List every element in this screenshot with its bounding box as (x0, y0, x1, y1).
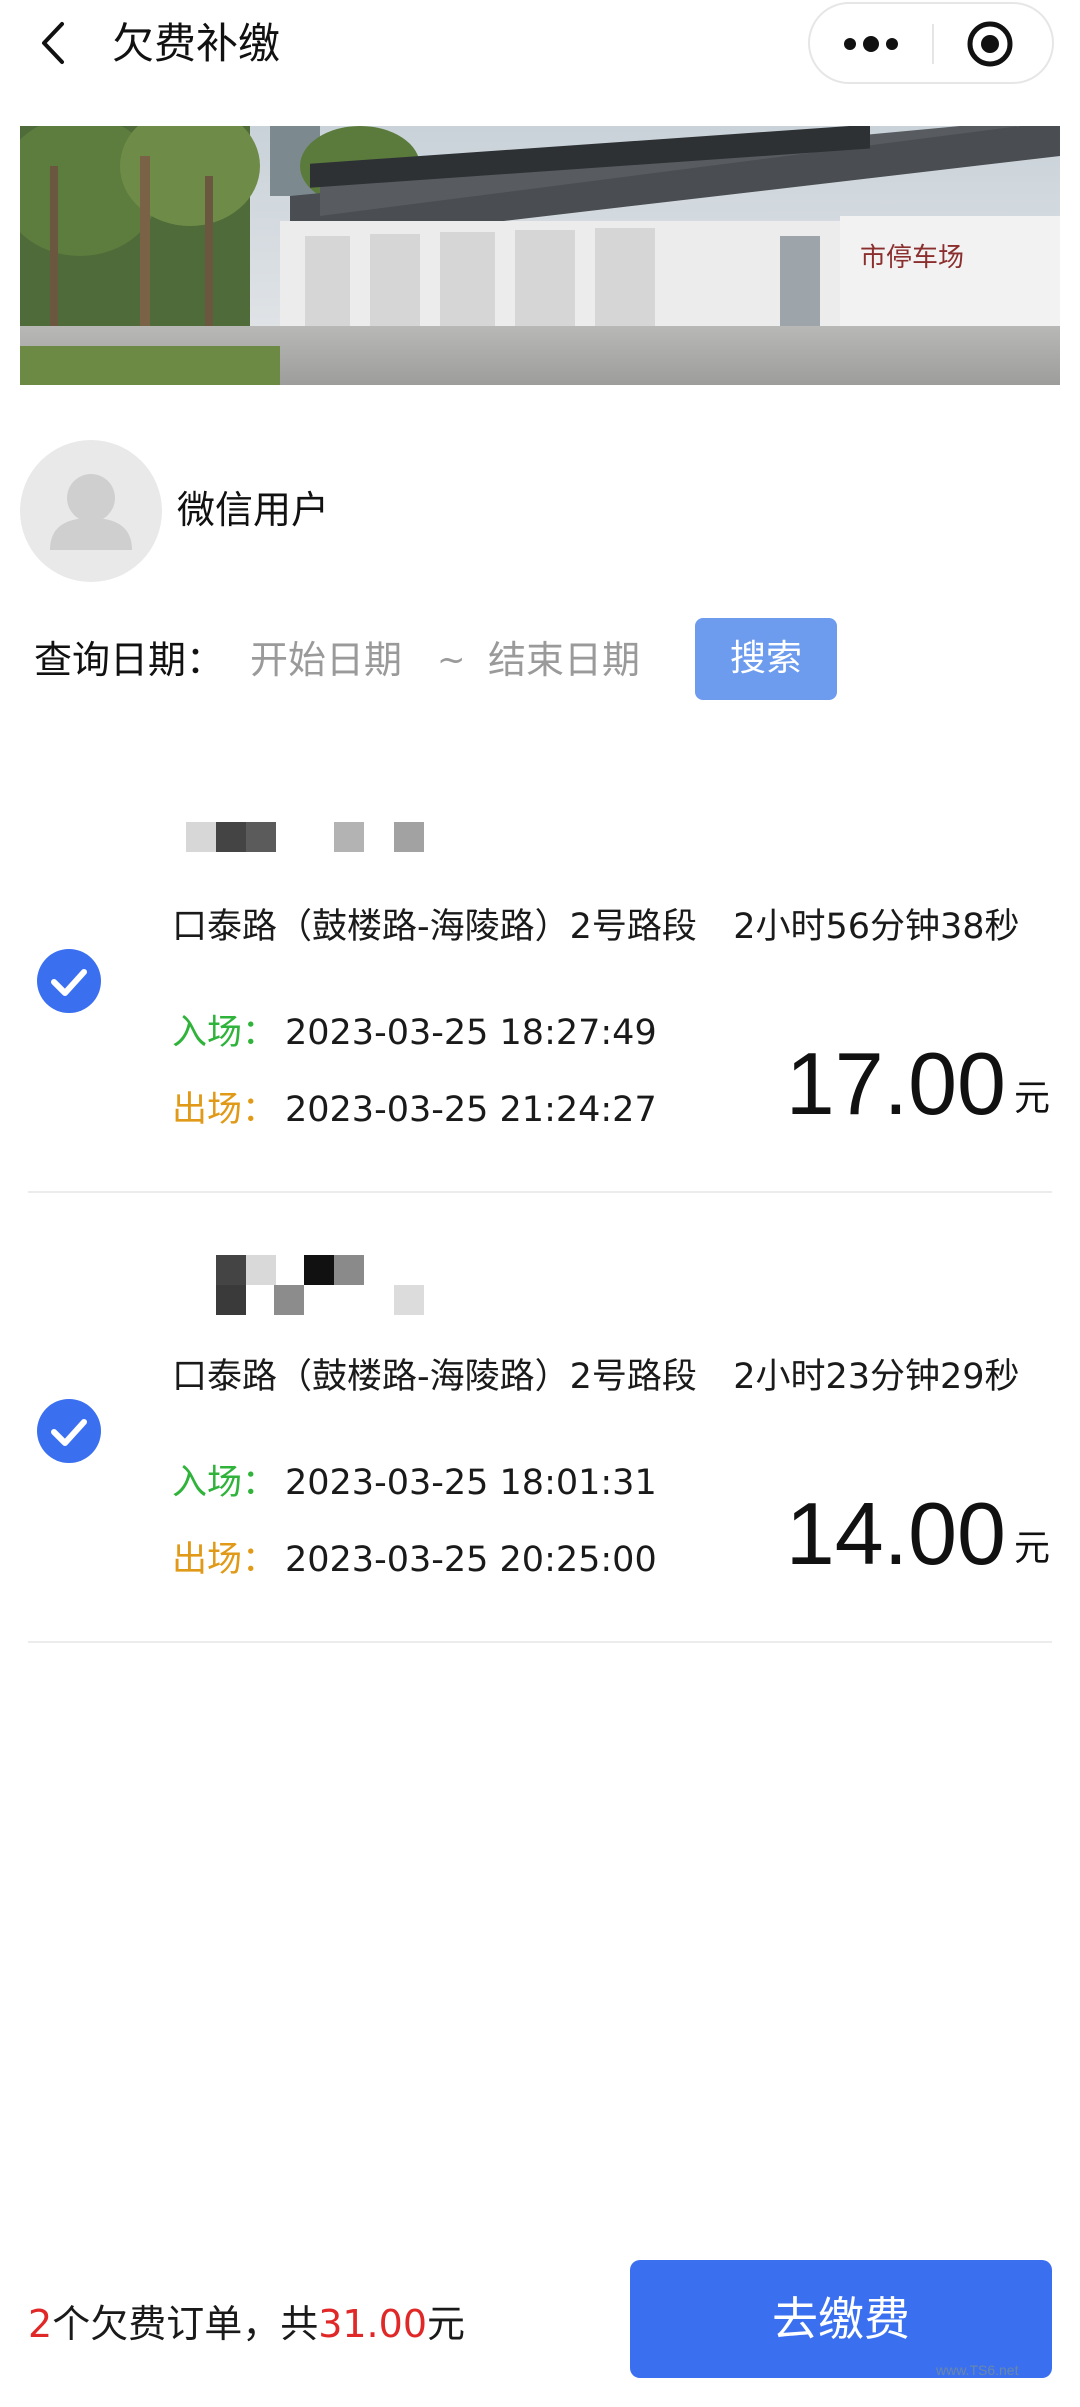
more-options-icon[interactable] (810, 4, 932, 82)
svg-text:市停车场: 市停车场 (860, 243, 964, 273)
divider (28, 1641, 1052, 1643)
currency-unit: 元 (1013, 1528, 1050, 1569)
parking-duration: 2小时23分钟29秒 (733, 1357, 1020, 1397)
parking-lot-banner-image: 市停车场 (20, 126, 1060, 385)
navigation-bar: 欠费补缴 (0, 0, 1080, 120)
page-title: 欠费补缴 (112, 19, 281, 68)
close-mini-program-icon[interactable] (934, 4, 1052, 82)
exit-label: 出场： (172, 1540, 278, 1580)
unpaid-summary: 2个欠费订单，共31.00元 (28, 2296, 465, 2352)
divider (28, 1191, 1052, 1193)
order-checkbox-checked-icon[interactable] (36, 1398, 102, 1464)
total-unit: 元 (427, 2302, 466, 2346)
order-amount: 14.00 (785, 1484, 1006, 1583)
exit-time: 2023-03-25 21:24:27 (285, 1090, 657, 1130)
entry-time: 2023-03-25 18:01:31 (285, 1463, 657, 1503)
parking-duration: 2小时56分钟38秒 (733, 907, 1020, 947)
back-arrow-icon[interactable] (30, 18, 80, 68)
license-plate-blurred (186, 810, 436, 870)
order-count: 2 (28, 2302, 53, 2346)
search-button[interactable]: 搜索 (695, 618, 837, 700)
road-segment: 口泰路（鼓楼路-海陵路）2号路段 (172, 907, 697, 947)
total-amount: 31.00 (318, 2302, 427, 2346)
site-watermark: www.TS6.net (936, 2350, 1076, 2390)
entry-time: 2023-03-25 18:27:49 (285, 1013, 657, 1053)
road-segment-duration: 口泰路（鼓楼路-海陵路）2号路段 2小时23分钟29秒 (172, 1352, 1020, 1402)
order-amount: 17.00 (785, 1034, 1006, 1133)
road-segment-duration: 口泰路（鼓楼路-海陵路）2号路段 2小时56分钟38秒 (172, 902, 1020, 952)
date-range-separator: ~ (437, 640, 466, 680)
exit-label: 出场： (172, 1090, 278, 1130)
query-date-label: 查询日期： (34, 638, 225, 682)
start-date-picker[interactable]: 开始日期 (250, 632, 402, 688)
exit-time: 2023-03-25 20:25:00 (285, 1540, 657, 1580)
entry-label: 入场： (172, 1463, 278, 1503)
user-avatar (20, 440, 162, 582)
user-name: 微信用户 (177, 488, 330, 532)
end-date-picker[interactable]: 结束日期 (488, 632, 640, 688)
order-count-text: 个欠费订单，共 (52, 2302, 319, 2346)
watermark-text: www.TS6.net (936, 2362, 1019, 2378)
license-plate-blurred (186, 1255, 436, 1315)
road-segment: 口泰路（鼓楼路-海陵路）2号路段 (172, 1357, 697, 1397)
mini-program-capsule (808, 2, 1054, 84)
entry-label: 入场： (172, 1013, 278, 1053)
currency-unit: 元 (1013, 1078, 1050, 1119)
order-checkbox-checked-icon[interactable] (36, 948, 102, 1014)
